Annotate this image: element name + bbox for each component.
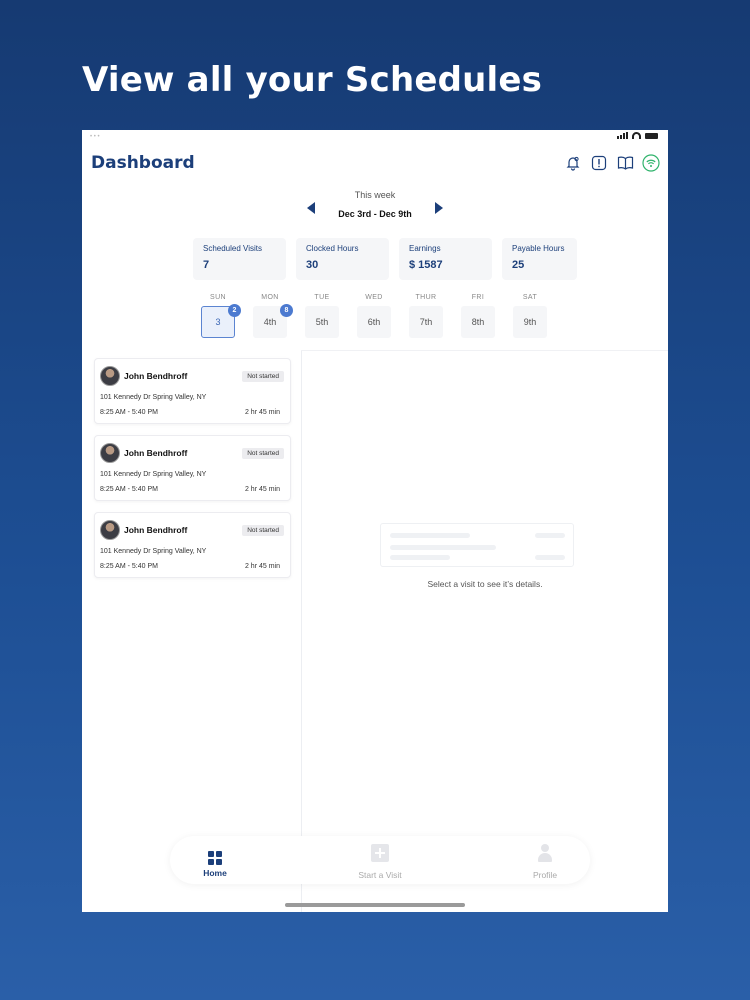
stat-label: Scheduled Visits — [203, 244, 262, 253]
day-name: TUE — [314, 294, 330, 301]
skeleton-line — [390, 533, 470, 538]
day-selector: SUN 3 2 MON 4th 8 TUE 5th WED 6th THUR 7… — [201, 294, 547, 338]
day-fri[interactable]: FRI 8th — [461, 294, 495, 338]
stat-earnings: Earnings $ 1587 — [399, 238, 492, 280]
visit-address: 101 Kennedy Dr Spring Valley, NY — [100, 471, 207, 478]
day-name: SAT — [522, 294, 538, 301]
bell-icon[interactable] — [564, 154, 582, 172]
visit-card[interactable]: John Bendhroff Not started 101 Kennedy D… — [94, 512, 291, 578]
tab-start-visit[interactable]: Start a Visit — [340, 844, 420, 880]
stat-label: Earnings — [409, 244, 441, 253]
status-badge: Not started — [242, 525, 284, 536]
skeleton-line — [390, 555, 450, 560]
visit-address: 101 Kennedy Dr Spring Valley, NY — [100, 394, 207, 401]
skeleton-line — [535, 555, 565, 560]
avatar — [100, 443, 120, 463]
stat-label: Clocked Hours — [306, 244, 359, 253]
visit-card[interactable]: John Bendhroff Not started 101 Kennedy D… — [94, 358, 291, 424]
page-title: Dashboard — [91, 153, 195, 173]
alert-icon[interactable] — [590, 154, 608, 172]
stat-value: 25 — [512, 259, 525, 271]
visit-list: John Bendhroff Not started 101 Kennedy D… — [94, 358, 291, 589]
empty-state-illustration — [380, 523, 574, 567]
book-icon[interactable] — [616, 154, 634, 172]
day-name: SUN — [210, 294, 226, 301]
status-badge: Not started — [242, 448, 284, 459]
status-bar: • • • — [82, 130, 668, 144]
day-sat[interactable]: SAT 9th — [513, 294, 547, 338]
day-number[interactable]: 9th — [513, 306, 547, 338]
plus-icon — [371, 844, 389, 862]
day-number[interactable]: 7th — [409, 306, 443, 338]
header-actions — [564, 154, 660, 172]
tab-label: Home — [203, 868, 227, 878]
avatar — [100, 366, 120, 386]
status-badge: Not started — [242, 371, 284, 382]
detail-top-divider — [301, 350, 668, 351]
day-name: FRI — [471, 294, 485, 301]
skeleton-line — [390, 545, 496, 550]
stat-payable-hours: Payable Hours 25 — [502, 238, 577, 280]
day-mon[interactable]: MON 4th 8 — [253, 294, 293, 338]
week-label: This week — [354, 190, 396, 200]
status-dots: • • • — [90, 134, 100, 140]
empty-state-message: Select a visit to see it’s details. — [427, 579, 543, 589]
system-icons — [617, 132, 658, 139]
visit-count-badge: 8 — [280, 304, 293, 317]
client-name: John Bendhroff — [124, 448, 188, 458]
day-number[interactable]: 6th — [357, 306, 391, 338]
stat-label: Payable Hours — [512, 244, 565, 253]
client-name: John Bendhroff — [124, 371, 188, 381]
day-sun[interactable]: SUN 3 2 — [201, 294, 241, 338]
home-indicator[interactable] — [285, 903, 465, 907]
visit-address: 101 Kennedy Dr Spring Valley, NY — [100, 548, 207, 555]
stat-value: 7 — [203, 259, 210, 271]
day-number[interactable]: 8th — [461, 306, 495, 338]
week-range: Dec 3rd - Dec 9th — [338, 209, 412, 219]
visit-duration: 2 hr 45 min — [244, 409, 280, 416]
visit-duration: 2 hr 45 min — [244, 486, 280, 493]
bottom-tab-bar: Home Start a Visit Profile — [170, 836, 590, 884]
next-week-icon[interactable] — [435, 202, 443, 214]
wifi-status-icon — [632, 132, 641, 139]
previous-week-icon[interactable] — [307, 202, 315, 214]
user-icon — [536, 844, 554, 862]
visit-count-badge: 2 — [228, 304, 241, 317]
signal-icon — [617, 132, 628, 139]
day-name: MON — [261, 294, 279, 301]
avatar — [100, 520, 120, 540]
day-name: WED — [365, 294, 383, 301]
visit-time: 8:25 AM - 5:40 PM — [100, 563, 158, 570]
tablet-screen: • • • Dashboard This week Dec 3rd - Dec … — [82, 130, 668, 912]
battery-icon — [645, 132, 658, 139]
tab-label: Profile — [532, 870, 558, 880]
day-thu[interactable]: THUR 7th — [409, 294, 443, 338]
wifi-icon[interactable] — [642, 154, 660, 172]
tab-home[interactable]: Home — [175, 844, 255, 878]
client-name: John Bendhroff — [124, 525, 188, 535]
panel-divider — [301, 350, 302, 912]
stat-value: 30 — [306, 259, 319, 271]
skeleton-line — [535, 533, 565, 538]
day-wed[interactable]: WED 6th — [357, 294, 391, 338]
visit-card[interactable]: John Bendhroff Not started 101 Kennedy D… — [94, 435, 291, 501]
visit-time: 8:25 AM - 5:40 PM — [100, 486, 158, 493]
home-grid-icon — [208, 851, 222, 865]
promo-headline: View all your Schedules — [82, 60, 543, 100]
visit-time: 8:25 AM - 5:40 PM — [100, 409, 158, 416]
visit-duration: 2 hr 45 min — [244, 563, 280, 570]
stats-row: Scheduled Visits 7 Clocked Hours 30 Earn… — [193, 238, 577, 280]
day-number[interactable]: 5th — [305, 306, 339, 338]
stat-scheduled-visits: Scheduled Visits 7 — [193, 238, 286, 280]
stat-value: $ 1587 — [409, 259, 443, 271]
tab-label: Start a Visit — [358, 870, 402, 880]
day-name: THUR — [415, 294, 437, 301]
day-tue[interactable]: TUE 5th — [305, 294, 339, 338]
tab-profile[interactable]: Profile — [505, 844, 585, 880]
stat-clocked-hours: Clocked Hours 30 — [296, 238, 389, 280]
week-navigator: This week Dec 3rd - Dec 9th — [82, 190, 668, 219]
